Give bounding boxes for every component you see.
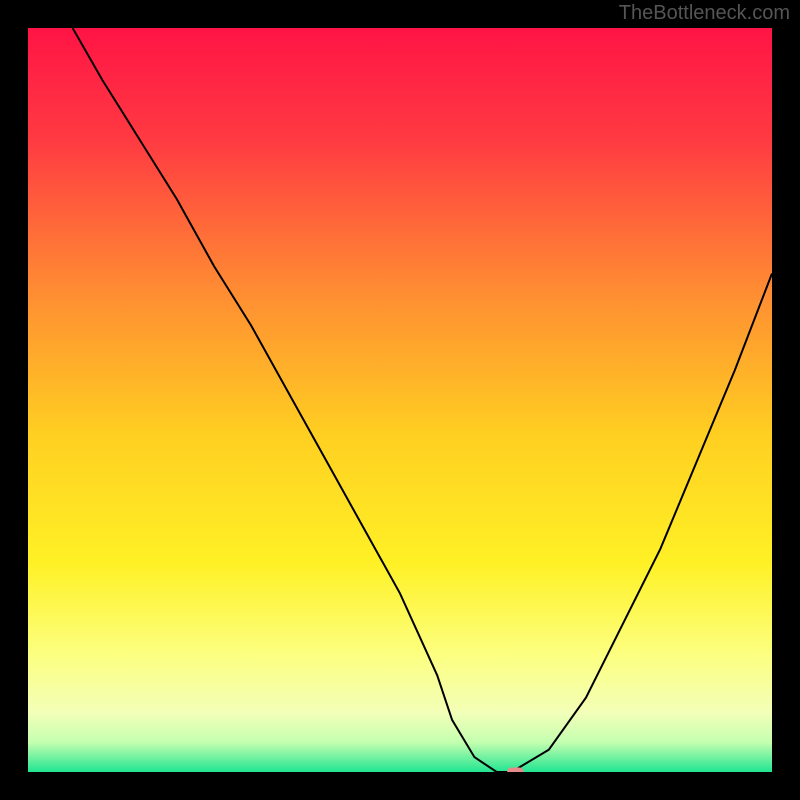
chart-svg — [28, 28, 772, 772]
chart-plot-area — [28, 28, 772, 772]
watermark-text: TheBottleneck.com — [619, 2, 790, 25]
optimal-marker — [507, 768, 523, 772]
